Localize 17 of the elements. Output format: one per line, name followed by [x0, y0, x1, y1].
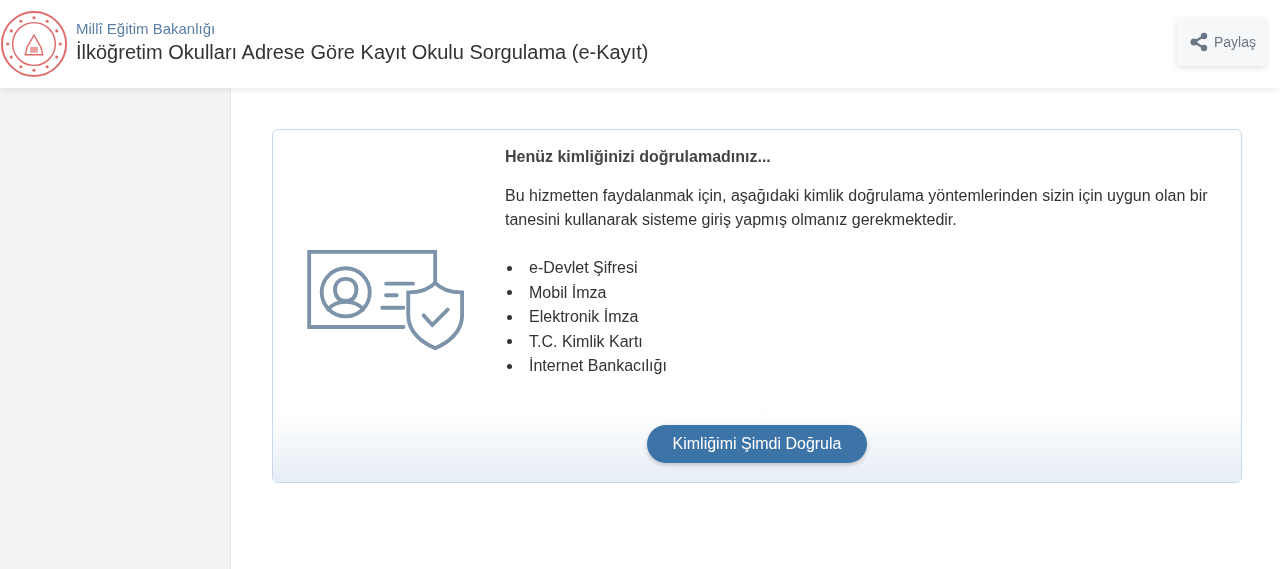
notice-heading: Henüz kimliğinizi doğrulamadınız... [505, 148, 772, 166]
method-item: T.C. Kimlik Kartı [529, 331, 643, 352]
verify-button[interactable]: Kimliğimi Şimdi Doğrula [646, 425, 868, 463]
bullet-icon [507, 314, 512, 320]
bullet-icon [507, 290, 512, 296]
share-icon [1188, 32, 1209, 52]
method-item: Mobil İmza [529, 282, 607, 303]
bullet-icon [507, 363, 512, 369]
bullet-icon [507, 265, 512, 271]
bullet-icon [507, 339, 512, 345]
method-item: e-Devlet Şifresi [529, 258, 638, 278]
ministry-name[interactable]: Millî Eğitim Bakanlığı [76, 20, 1177, 37]
method-item: İnternet Bankacılığı [529, 356, 667, 376]
method-item: Elektronik İmza [529, 307, 639, 327]
share-button[interactable]: Paylaş [1176, 18, 1266, 66]
page-title: İlköğretim Okulları Adrese Göre Kayıt Okulu Sorgulama (e-Kayıt) [76, 41, 650, 64]
notice-message: Bu hizmetten faydalanmak için, aşağıdaki kimlik doğrulama yöntemlerinden sizin için uygun olan bir tanesini kullanarak sisteme giriş yapmış olmanız gerekmektedir. [505, 186, 1209, 230]
